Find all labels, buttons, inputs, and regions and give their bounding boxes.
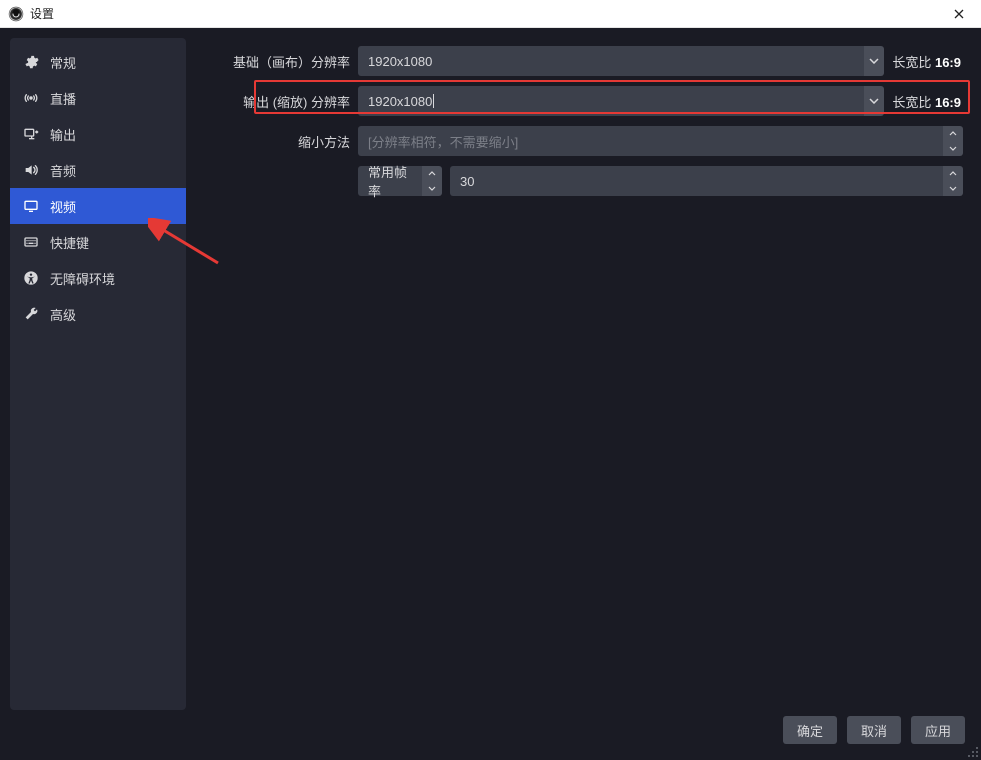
close-button[interactable]	[945, 0, 973, 27]
row-base-resolution: 基础（画布）分辨率 1920x1080 长宽比 16:9	[194, 46, 963, 76]
footer: 确定 取消 应用	[10, 710, 971, 750]
main-panel: 常规 直播 输出 音频	[0, 28, 981, 760]
video-settings-panel: 基础（画布）分辨率 1920x1080 长宽比 16:9 输出 (缩放) 分辨率	[194, 38, 971, 710]
sidebar-item-audio[interactable]: 音频	[10, 152, 186, 188]
spinner-icon[interactable]	[422, 166, 442, 196]
monitor-icon	[22, 197, 40, 215]
fps-type-combo[interactable]: 常用帧率	[358, 166, 442, 196]
sidebar: 常规 直播 输出 音频	[10, 38, 186, 710]
row-downscale-filter: 缩小方法 [分辨率相符，不需要缩小]	[194, 126, 963, 156]
sidebar-item-advanced[interactable]: 高级	[10, 296, 186, 332]
apply-button[interactable]: 应用	[911, 716, 965, 744]
cancel-button[interactable]: 取消	[847, 716, 901, 744]
fps-value-combo[interactable]: 30	[450, 166, 963, 196]
resize-grip-icon[interactable]	[967, 746, 979, 758]
base-resolution-value[interactable]: 1920x1080	[358, 46, 864, 76]
sidebar-item-label: 音频	[50, 161, 76, 180]
downscale-filter-combo[interactable]: [分辨率相符，不需要缩小]	[358, 126, 963, 156]
spinner-icon[interactable]	[943, 166, 963, 196]
sidebar-item-label: 直播	[50, 89, 76, 108]
sidebar-item-video[interactable]: 视频	[10, 188, 186, 224]
label-base-resolution: 基础（画布）分辨率	[194, 52, 350, 71]
sidebar-item-stream[interactable]: 直播	[10, 80, 186, 116]
output-icon	[22, 125, 40, 143]
speaker-icon	[22, 161, 40, 179]
sidebar-item-label: 视频	[50, 197, 76, 216]
sidebar-item-label: 无障碍环境	[50, 269, 115, 288]
sidebar-item-label: 输出	[50, 125, 76, 144]
gear-icon	[22, 53, 40, 71]
keyboard-icon	[22, 233, 40, 251]
sidebar-item-label: 常规	[50, 53, 76, 72]
text-caret	[433, 94, 434, 108]
row-fps: 常用帧率 30	[194, 166, 963, 196]
label-downscale-filter: 缩小方法	[194, 132, 350, 151]
tools-icon	[22, 305, 40, 323]
downscale-filter-value[interactable]: [分辨率相符，不需要缩小]	[358, 126, 943, 156]
sidebar-item-hotkeys[interactable]: 快捷键	[10, 224, 186, 260]
spinner-icon[interactable]	[943, 126, 963, 156]
chevron-down-icon[interactable]	[864, 86, 884, 116]
row-output-resolution: 输出 (缩放) 分辨率 1920x1080 长宽比 16:9	[194, 86, 963, 116]
base-resolution-aspect: 长宽比 16:9	[892, 52, 963, 71]
label-output-resolution: 输出 (缩放) 分辨率	[194, 92, 350, 111]
sidebar-item-output[interactable]: 输出	[10, 116, 186, 152]
ok-button[interactable]: 确定	[783, 716, 837, 744]
output-resolution-combo[interactable]: 1920x1080	[358, 86, 884, 116]
chevron-down-icon[interactable]	[864, 46, 884, 76]
sidebar-item-label: 快捷键	[50, 233, 89, 252]
base-resolution-combo[interactable]: 1920x1080	[358, 46, 884, 76]
antenna-icon	[22, 89, 40, 107]
sidebar-item-label: 高级	[50, 305, 76, 324]
fps-type-value[interactable]: 常用帧率	[358, 166, 422, 196]
sidebar-item-general[interactable]: 常规	[10, 44, 186, 80]
accessibility-icon	[22, 269, 40, 287]
output-resolution-aspect: 长宽比 16:9	[892, 92, 963, 111]
window-title: 设置	[30, 5, 945, 22]
sidebar-item-accessibility[interactable]: 无障碍环境	[10, 260, 186, 296]
titlebar: 设置	[0, 0, 981, 28]
obs-icon	[8, 6, 24, 22]
output-resolution-value[interactable]: 1920x1080	[358, 86, 864, 116]
fps-value[interactable]: 30	[450, 166, 943, 196]
